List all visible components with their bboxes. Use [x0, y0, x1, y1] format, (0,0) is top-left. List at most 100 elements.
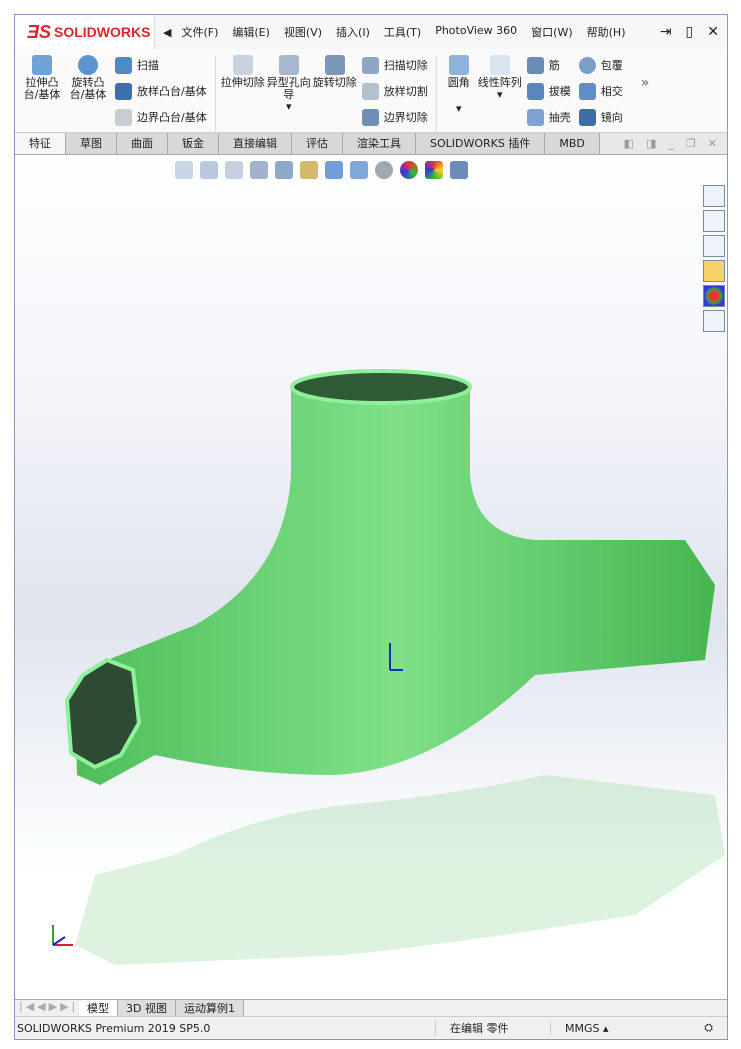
rebuild-icon[interactable]: ⛭	[704, 1021, 727, 1035]
model-viewport	[52, 369, 725, 965]
menu-edit[interactable]: 编辑(E)	[232, 24, 270, 40]
edit-mode: 在编辑 零件	[435, 1020, 550, 1036]
label: 异型孔向导	[266, 76, 311, 101]
unit-system[interactable]: MMGS ▴	[550, 1021, 670, 1035]
sweep-button[interactable]: 扫描	[115, 55, 207, 75]
menu-window[interactable]: 窗口(W)	[531, 24, 572, 40]
command-tabs: 特征 草图 曲面 钣金 直接编辑 评估 渲染工具 SOLIDWORKS 插件 M…	[15, 133, 727, 155]
hole-wizard-icon	[278, 55, 299, 75]
draft-icon	[526, 82, 544, 100]
boundary-cut-button[interactable]: 边界切除	[361, 107, 428, 127]
close-doc-icon[interactable]: ✕	[708, 137, 717, 150]
label: 扫描	[137, 59, 159, 72]
bottom-tabs: |◀◀▶▶| 模型 3D 视图 运动算例1	[15, 999, 727, 1016]
sweep-cut-button[interactable]: 扫描切除	[361, 55, 428, 75]
wrap-button[interactable]: 包覆	[578, 55, 623, 75]
label: 拉伸切除	[220, 76, 265, 89]
restore-doc-icon[interactable]: ❐	[686, 137, 696, 150]
close-icon[interactable]: ✕	[707, 24, 719, 40]
tab-render-tools[interactable]: 渲染工具	[343, 133, 416, 154]
hole-wizard-button[interactable]: 异型孔向导 ▾	[266, 55, 312, 132]
tab-direct-editing[interactable]: 直接编辑	[219, 133, 292, 154]
status-bar: SOLIDWORKS Premium 2019 SP5.0 在编辑 零件 MMG…	[15, 1016, 727, 1039]
top-opening	[290, 369, 472, 405]
mirror-icon	[578, 108, 596, 126]
label: 放样切割	[383, 85, 428, 98]
rib-button[interactable]: 筋	[526, 55, 571, 75]
sweep-cut-icon	[361, 56, 379, 74]
units-label: MMGS	[565, 1021, 600, 1035]
menu-insert[interactable]: 插入(I)	[336, 24, 370, 40]
rib-icon	[526, 56, 544, 74]
tab-features[interactable]: 特征	[15, 133, 66, 154]
extrude-cut-icon	[232, 55, 253, 75]
extrude-boss-button[interactable]: 拉伸凸台/基体	[19, 55, 65, 132]
menu-collapse-arrow[interactable]: ◀	[163, 26, 171, 39]
graphics-area[interactable]	[15, 155, 727, 999]
label: 相交	[600, 85, 623, 98]
model-body	[75, 387, 715, 785]
tab-evaluate[interactable]: 评估	[292, 133, 343, 154]
dropdown-arrow[interactable]: ▾	[286, 101, 292, 113]
sweep-icon	[115, 56, 132, 74]
solidworks-logo[interactable]: ƎS SOLIDWORKS	[15, 15, 155, 49]
coordinate-triad	[52, 925, 73, 946]
revolve-boss-icon	[78, 55, 98, 75]
wrap-icon	[578, 56, 596, 74]
label: 筋	[548, 59, 560, 72]
tab-model[interactable]: 模型	[79, 1000, 118, 1016]
command-manager: 拉伸凸台/基体 旋转凸台/基体 扫描 放样凸台/基体 边界凸台/基体 拉伸切除 …	[15, 49, 727, 133]
label: 抽壳	[548, 111, 571, 124]
loft-icon	[115, 82, 132, 100]
boundary-boss-button[interactable]: 边界凸台/基体	[115, 107, 207, 127]
linear-pattern-button[interactable]: 线性阵列 ▾	[477, 55, 523, 132]
label: 镜向	[600, 111, 623, 124]
loft-boss-button[interactable]: 放样凸台/基体	[115, 81, 207, 101]
boundary-icon	[115, 108, 132, 126]
label: 包覆	[600, 59, 623, 72]
restore-icon[interactable]: ▯	[686, 24, 694, 40]
shell-icon	[526, 108, 544, 126]
label: 旋转凸台/基体	[69, 76, 107, 101]
extrude-boss-icon	[32, 55, 52, 75]
revolve-cut-button[interactable]: 旋转切除	[312, 55, 358, 132]
fillet-button[interactable]: 圆角 ▾	[441, 55, 477, 132]
label: 边界切除	[383, 111, 428, 124]
linear-pattern-icon	[489, 55, 510, 75]
tab-sheet-metal[interactable]: 钣金	[168, 133, 219, 154]
model-reflection	[75, 775, 725, 965]
tab-next-icon[interactable]: ◨	[646, 137, 656, 150]
tab-mbd[interactable]: MBD	[545, 133, 600, 154]
revolve-boss-button[interactable]: 旋转凸台/基体	[65, 55, 111, 132]
pin-icon[interactable]: ⇥	[660, 24, 672, 40]
menu-view[interactable]: 视图(V)	[284, 24, 322, 40]
menu-help[interactable]: 帮助(H)	[587, 24, 626, 40]
extrude-cut-button[interactable]: 拉伸切除	[220, 55, 266, 132]
tab-sketch[interactable]: 草图	[66, 133, 117, 154]
intersect-icon	[578, 82, 596, 100]
menu-tools[interactable]: 工具(T)	[384, 24, 421, 40]
label: 边界凸台/基体	[137, 111, 207, 124]
tab-3d-views[interactable]: 3D 视图	[118, 1000, 176, 1016]
dropdown-arrow[interactable]: ▾	[497, 89, 503, 101]
product-version: SOLIDWORKS Premium 2019 SP5.0	[17, 1021, 211, 1035]
tab-addins[interactable]: SOLIDWORKS 插件	[416, 133, 546, 154]
mirror-button[interactable]: 镜向	[578, 107, 623, 127]
tab-prev-icon[interactable]: ◧	[624, 137, 634, 150]
label: 圆角	[447, 76, 470, 89]
minimize-doc-icon[interactable]: _	[668, 137, 674, 150]
tab-motion-study[interactable]: 运动算例1	[175, 1000, 244, 1016]
tab-scroll-arrows[interactable]: |◀◀▶▶|	[15, 1000, 79, 1016]
label: 拉伸凸台/基体	[23, 76, 61, 101]
pipe-model[interactable]	[64, 369, 715, 785]
loft-cut-button[interactable]: 放样切割	[361, 81, 428, 101]
shell-button[interactable]: 抽壳	[526, 107, 571, 127]
intersect-button[interactable]: 相交	[578, 81, 623, 101]
tab-surfaces[interactable]: 曲面	[117, 133, 168, 154]
more-commands-button[interactable]: »	[641, 75, 650, 132]
dropdown-arrow[interactable]: ▾	[456, 103, 462, 115]
menu-photoview[interactable]: PhotoView 360	[435, 24, 517, 40]
solidworks-window: ƎS SOLIDWORKS ◀ 文件(F) 编辑(E) 视图(V) 插入(I) 工…	[14, 14, 728, 1040]
menu-file[interactable]: 文件(F)	[181, 24, 218, 40]
draft-button[interactable]: 拔模	[526, 81, 571, 101]
